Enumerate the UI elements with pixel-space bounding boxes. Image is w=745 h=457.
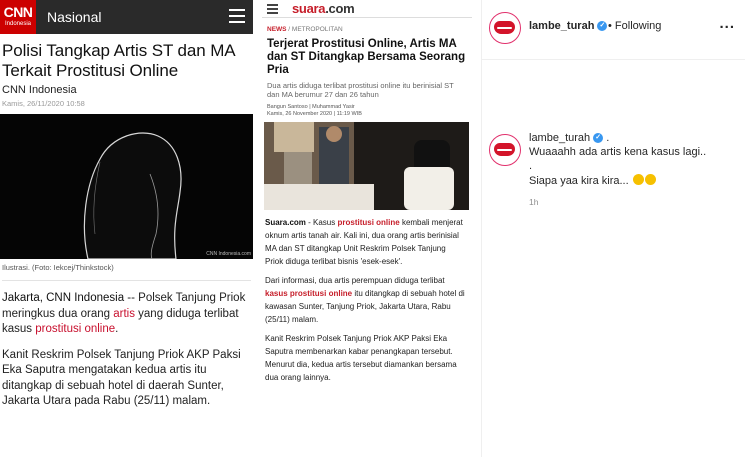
link-kasus-prostitusi-online[interactable]: kasus prostitusi online (265, 289, 352, 298)
thinking-emoji-icon (632, 174, 644, 185)
suara-paragraph-1: Suara.com - Kasus prostitusi online kemb… (262, 210, 472, 268)
breadcrumb[interactable]: NEWS / METROPOLITAN (262, 18, 472, 33)
suara-paragraph-2: Dari informasi, dua artis perempuan didu… (262, 268, 472, 326)
suara-logo-suffix: .com (325, 1, 355, 16)
suara-logo-text: suara (292, 1, 326, 16)
suara-photo (264, 122, 469, 210)
avatar[interactable] (489, 12, 521, 44)
cnn-p1-text-c: . (115, 323, 119, 335)
suara-p1-text-a: - Kasus (305, 218, 338, 227)
suara-authors: Bangun Santoso | Muhammad Yasir (267, 104, 355, 110)
link-artis[interactable]: artis (113, 308, 135, 320)
cnn-date: Kamis, 26/11/2020 10:58 (2, 99, 85, 108)
suara-headline: Terjerat Prostitusi Online, Artis MA dan… (267, 38, 466, 76)
cnn-logo-sub: Indonesia (4, 21, 32, 27)
confused-emoji-icon (644, 174, 656, 185)
following-label[interactable]: Following (615, 20, 661, 32)
comment-line-1: Wuaaahh ada artis kena kasus lagi.. (529, 146, 707, 158)
avatar[interactable] (489, 134, 521, 166)
verified-badge-icon: ✓ (593, 133, 604, 144)
username-text[interactable]: lambe_turah (529, 20, 594, 32)
comment-body: lambe_turah ✓ . Wuaaahh ada artis kena ka… (529, 132, 739, 207)
cnn-dateline: Jakarta, CNN Indonesia (2, 292, 125, 304)
comment-line-2: . (529, 160, 533, 172)
suara-date: Kamis, 26 November 2020 | 11:19 WIB (267, 111, 362, 117)
comment-line-3: Siapa yaa kira kira... (529, 174, 739, 187)
post-timestamp[interactable]: 1h (529, 197, 739, 207)
suara-header: suara.com (262, 0, 472, 18)
suara-dateline: Suara.com (265, 218, 306, 227)
cnn-paragraph-1: Jakarta, CNN Indonesia -- Polsek Tanjung… (0, 281, 253, 338)
link-prostitusi-online[interactable]: prostitusi online (35, 323, 115, 335)
following-status[interactable]: • Following (608, 20, 661, 32)
raid-scene-image (264, 122, 469, 210)
post-header: lambe_turah ✓ • Following ... (482, 0, 745, 60)
link-prostitusi-online[interactable]: prostitusi online (337, 218, 399, 227)
comment-username[interactable]: lambe_turah ✓ . (529, 132, 739, 144)
cnn-logo[interactable]: CNN Indonesia (0, 0, 36, 34)
breadcrumb-metropolitan[interactable]: / METROPOLITAN (287, 26, 342, 33)
more-options-icon[interactable]: ... (719, 15, 735, 32)
cnn-photo: CNN Indonesia.com (0, 114, 253, 259)
cnn-article-screenshot: CNN Indonesia Nasional Polisi Tangkap Ar… (0, 0, 253, 457)
post-username[interactable]: lambe_turah ✓ (529, 20, 608, 32)
comment-line-3-text: Siapa yaa kira kira... (529, 175, 629, 187)
suara-lead: Dua artis diduga terlibat prostitusi onl… (267, 81, 454, 99)
suara-logo[interactable]: suara.com (292, 1, 355, 16)
breadcrumb-news[interactable]: NEWS (267, 26, 287, 33)
cnn-photo-credit: CNN Indonesia.com (206, 251, 251, 257)
cnn-paragraph-2: Kanit Reskrim Polsek Tanjung Priok AKP P… (2, 348, 241, 408)
hamburger-menu-icon[interactable] (229, 9, 245, 23)
username-text[interactable]: lambe_turah (529, 132, 590, 144)
cnn-logo-text: CNN (3, 4, 33, 20)
cnn-headline: Polisi Tangkap Artis ST dan MA Terkait P… (2, 41, 235, 80)
cnn-source: CNN Indonesia (2, 84, 77, 96)
cnn-section-label[interactable]: Nasional (47, 9, 101, 25)
hamburger-menu-icon[interactable] (267, 4, 278, 16)
suara-p2-text-a: Dari informasi, dua artis perempuan didu… (265, 276, 445, 285)
instagram-post-panel: lambe_turah ✓ • Following ... lambe_turah… (481, 0, 745, 457)
verified-badge-icon: ✓ (597, 21, 608, 32)
silhouette-image (0, 114, 253, 259)
suara-article-screenshot: suara.com NEWS / METROPOLITAN Terjerat P… (262, 0, 472, 457)
cnn-caption: Ilustrasi. (Foto: Iekcej/Thinkstock) (2, 263, 114, 272)
caption-comment: lambe_turah ✓ . Wuaaahh ada artis kena ka… (482, 60, 745, 207)
suara-byline: Bangun Santoso | Muhammad Yasir Kamis, 2… (262, 99, 472, 118)
cnn-header: CNN Indonesia Nasional (0, 0, 253, 34)
suara-paragraph-3: Kanit Reskrim Polsek Tanjung Priok AKP P… (265, 334, 457, 382)
